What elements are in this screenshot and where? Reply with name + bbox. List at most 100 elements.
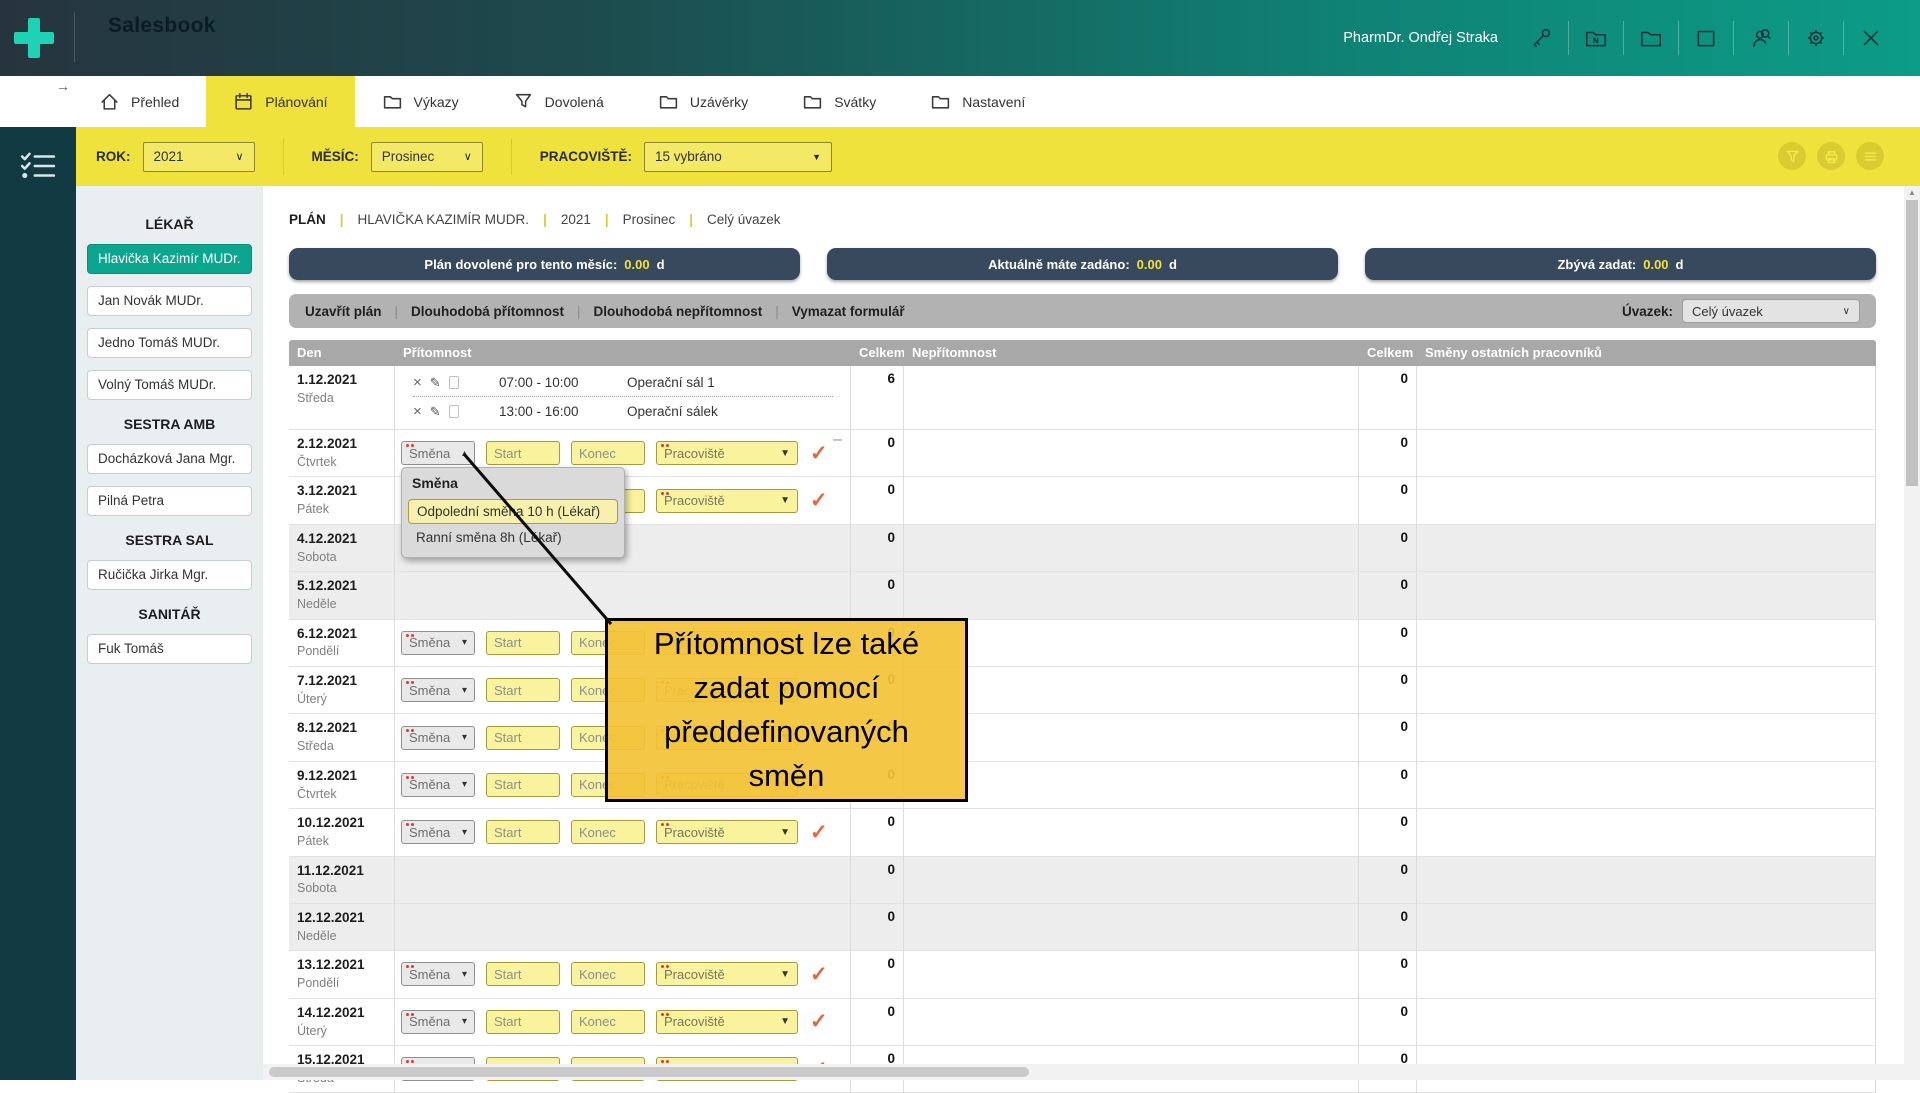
- checklist-icon[interactable]: [20, 151, 56, 186]
- sidebar-item-pilnapetra[interactable]: Pilná Petra: [87, 486, 252, 516]
- dropdown-option-afternoon[interactable]: Odpolední směna 10 h (Lékař): [408, 499, 618, 524]
- delete-entry-icon[interactable]: ×: [413, 375, 422, 390]
- sidebar-item-dochazkovajanamgr[interactable]: Docházková Jana Mgr.: [87, 444, 252, 474]
- confirm-check-icon[interactable]: ✓: [810, 820, 828, 845]
- tab-prehled[interactable]: Přehled: [72, 76, 206, 127]
- close-icon[interactable]: [1856, 23, 1886, 53]
- workplace-select[interactable]: 15 vybráno ▼: [644, 142, 832, 172]
- breadcrumb-item[interactable]: Prosinec: [623, 212, 676, 227]
- confirm-check-icon[interactable]: ✓: [810, 488, 828, 513]
- tab-vykazy[interactable]: Výkazy: [355, 76, 486, 127]
- breadcrumb-item[interactable]: HLAVIČKA KAZIMÍR MUDR.: [358, 212, 530, 227]
- start-input[interactable]: Start: [486, 726, 560, 750]
- toolbar-action-vymazatformular[interactable]: Vymazat formulář: [792, 304, 905, 319]
- start-placeholder: Start: [494, 730, 552, 745]
- start-input[interactable]: Start: [486, 1010, 560, 1034]
- sidebar-item-volnytomasmudr[interactable]: Volný Tomáš MUDr.: [87, 370, 252, 400]
- collapse-row-icon[interactable]: –: [833, 431, 842, 449]
- workplace-select[interactable]: Pracoviště▼: [656, 1010, 798, 1034]
- workplace-select[interactable]: Pracoviště▼: [656, 820, 798, 844]
- back-arrow-icon[interactable]: →: [56, 78, 70, 94]
- absence-cell: [904, 714, 1359, 761]
- uvazek-select[interactable]: Celý úvazek ∨: [1682, 299, 1860, 323]
- delete-entry-icon[interactable]: ×: [413, 404, 422, 419]
- left-strip: [0, 127, 76, 1080]
- day-cell: 4.12.2021Sobota: [289, 525, 395, 572]
- end-input[interactable]: Konec: [571, 441, 645, 465]
- breadcrumb-item[interactable]: PLÁN: [289, 212, 326, 227]
- table-row: 11.12.2021Sobota00: [289, 857, 1876, 904]
- caret-down-icon: ▼: [780, 827, 790, 838]
- year-select[interactable]: 2021 ∨: [143, 142, 255, 172]
- shift-select[interactable]: Směna▾: [401, 820, 475, 844]
- filter-button[interactable]: [1778, 142, 1806, 170]
- breadcrumb-item[interactable]: Celý úvazek: [707, 212, 781, 227]
- row-day: Pátek: [297, 501, 386, 519]
- vertical-scrollbar[interactable]: ▲: [1904, 186, 1920, 1080]
- shift-select[interactable]: Směna▾: [401, 678, 475, 702]
- tab-planovani[interactable]: Plánování: [206, 76, 354, 127]
- start-input[interactable]: Start: [486, 441, 560, 465]
- sidebar-item-jednotomasmudr[interactable]: Jedno Tomáš MUDr.: [87, 328, 252, 358]
- toolbar-action-uzavritplan[interactable]: Uzavřít plán: [305, 304, 382, 319]
- user-search-icon[interactable]: [1746, 23, 1776, 53]
- shift-select[interactable]: Směna▾: [401, 773, 475, 797]
- confirm-check-icon[interactable]: ✓: [810, 962, 828, 987]
- vertical-scroll-thumb[interactable]: [1906, 200, 1918, 486]
- workplace-select[interactable]: Pracoviště▼: [656, 441, 798, 465]
- year-value: 2021: [154, 149, 184, 164]
- horizontal-scroll-thumb[interactable]: [269, 1067, 1029, 1077]
- toolbar-action-dlouhodobanepritomnost[interactable]: Dlouhodobá nepřítomnost: [594, 304, 763, 319]
- sidebar-item-jannovakmudr[interactable]: Jan Novák MUDr.: [87, 286, 252, 316]
- col-smeny: Směny ostatních pracovníků: [1417, 340, 1876, 366]
- scroll-up-icon[interactable]: ▲: [1904, 188, 1920, 197]
- shift-placeholder: Směna: [409, 777, 457, 792]
- start-input[interactable]: Start: [486, 773, 560, 797]
- sidebar-item-rucickajirkamgr[interactable]: Ručička Jirka Mgr.: [87, 560, 252, 590]
- key-icon[interactable]: [1526, 23, 1556, 53]
- tab-nastaveni[interactable]: Nastavení: [903, 76, 1052, 127]
- col-nepritomnost: Nepřítomnost: [904, 340, 1359, 366]
- shift-select[interactable]: Směna▾: [401, 962, 475, 986]
- breadcrumb-item[interactable]: 2021: [561, 212, 591, 227]
- tab-svatky[interactable]: Svátky: [775, 76, 903, 127]
- start-input[interactable]: Start: [486, 631, 560, 655]
- start-input[interactable]: Start: [486, 678, 560, 702]
- workplace-select[interactable]: Pracoviště▼: [656, 962, 798, 986]
- confirm-check-icon[interactable]: ✓: [810, 441, 828, 466]
- tab-uzaverky[interactable]: Uzávěrky: [631, 76, 775, 127]
- horizontal-scrollbar[interactable]: [263, 1064, 1904, 1080]
- confirm-check-icon[interactable]: ✓: [810, 1009, 828, 1034]
- toolbar-action-dlouhodobapritomnost[interactable]: Dlouhodobá přítomnost: [411, 304, 564, 319]
- tab-dovolena[interactable]: Dovolená: [486, 76, 631, 127]
- start-input[interactable]: Start: [486, 820, 560, 844]
- shift-select[interactable]: Směna▾: [401, 631, 475, 655]
- dropdown-option-morning[interactable]: Ranní směna 8h (Lékař): [408, 526, 618, 549]
- start-input[interactable]: Start: [486, 962, 560, 986]
- month-select[interactable]: Prosinec ∨: [371, 142, 483, 172]
- end-input[interactable]: Konec: [571, 820, 645, 844]
- menu-button[interactable]: [1856, 142, 1884, 170]
- workplace-select[interactable]: Pracoviště▼: [656, 489, 798, 513]
- folder-new-icon[interactable]: N: [1581, 23, 1611, 53]
- end-input[interactable]: Konec: [571, 962, 645, 986]
- caret-up-icon: ▴: [462, 448, 467, 459]
- settings-icon[interactable]: [1801, 23, 1831, 53]
- sidebar-item-fuktomas[interactable]: Fuk Tomáš: [87, 634, 252, 664]
- shift-select[interactable]: Směna▴: [401, 441, 475, 465]
- shift-select[interactable]: Směna▾: [401, 726, 475, 750]
- copy-entry-icon[interactable]: [449, 405, 459, 418]
- day-cell: 14.12.2021Úterý: [289, 999, 395, 1046]
- sidebar-item-hlavickakazimirmudr[interactable]: Hlavička Kazimír MUDr.: [87, 244, 252, 274]
- table-row: 13.12.2021PondělíSměna▾StartKonecPracovi…: [289, 951, 1876, 998]
- row-date: 7.12.2021: [297, 672, 386, 691]
- shift-placeholder: Směna: [409, 683, 457, 698]
- shift-select[interactable]: Směna▾: [401, 1010, 475, 1034]
- folder-icon[interactable]: [1636, 23, 1666, 53]
- edit-entry-icon[interactable]: ✎: [430, 376, 441, 389]
- window-icon[interactable]: [1691, 23, 1721, 53]
- edit-entry-icon[interactable]: ✎: [430, 405, 441, 418]
- print-button[interactable]: [1817, 142, 1845, 170]
- end-input[interactable]: Konec: [571, 1010, 645, 1034]
- copy-entry-icon[interactable]: [449, 376, 459, 389]
